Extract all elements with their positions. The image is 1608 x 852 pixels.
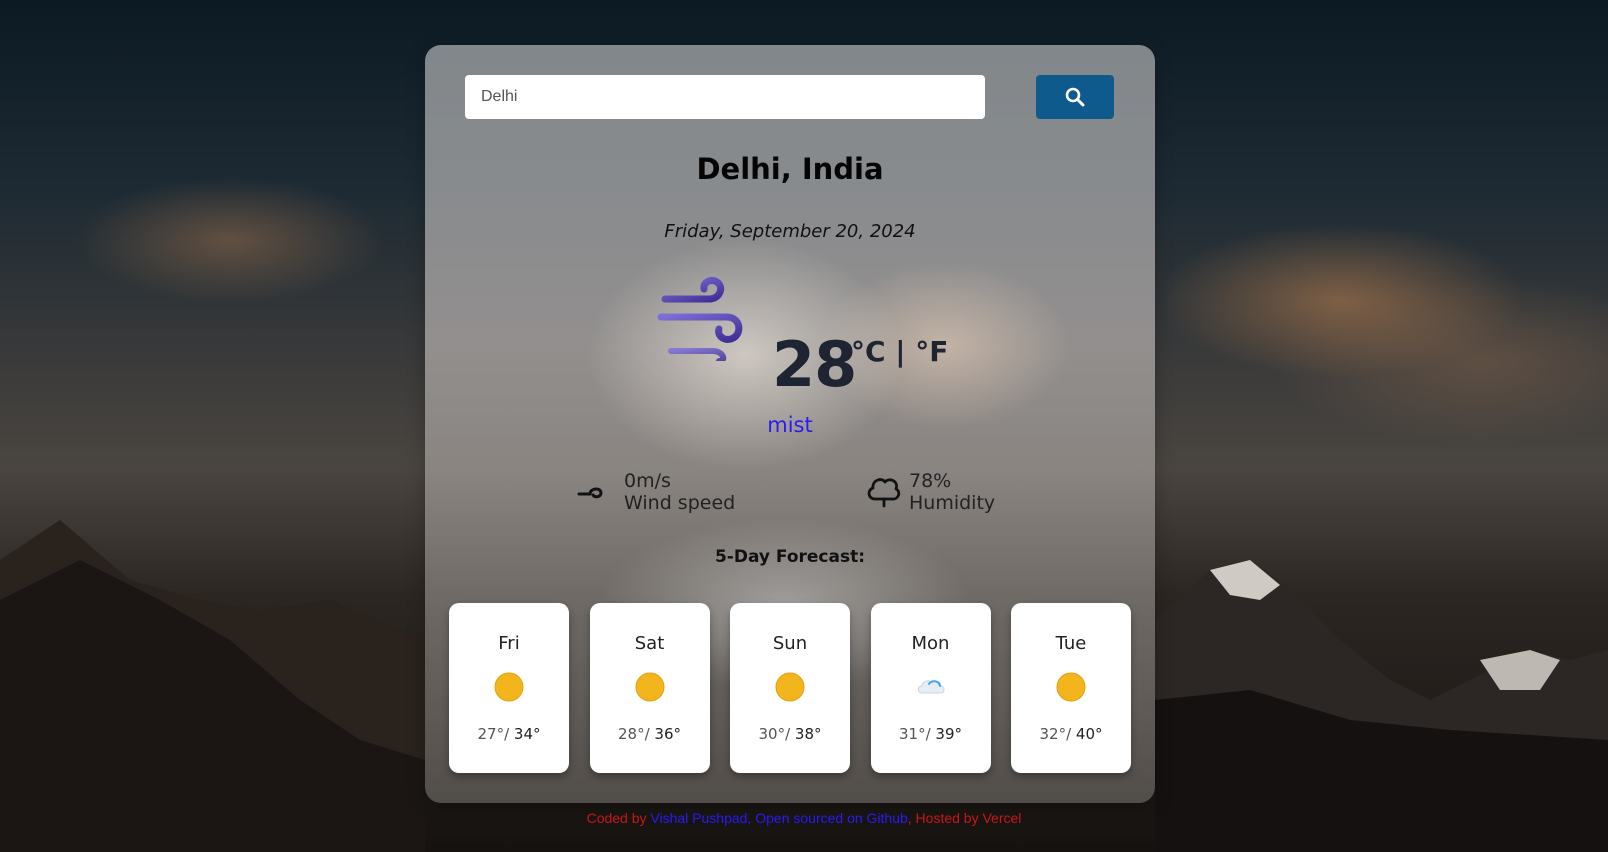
cloud-icon xyxy=(917,680,944,694)
forecast-min: 31°/ xyxy=(898,725,931,743)
forecast-list: Fri 27°/ 34° Sat 28°/ 36° Sun 30°/ 38° M… xyxy=(449,603,1131,775)
current-temperature: 28 xyxy=(772,328,857,401)
forecast-card: Sat 28°/ 36° xyxy=(589,603,710,773)
forecast-min: 30°/ xyxy=(758,725,791,743)
wind-icon xyxy=(657,277,743,361)
forecast-card: Sun 30°/ 38° xyxy=(730,603,850,773)
forecast-temps: 30°/ 38° xyxy=(730,725,850,743)
forecast-day: Tue xyxy=(1055,633,1087,654)
wind-info: 0m/s Wind speed xyxy=(624,470,735,514)
weather-condition: mist xyxy=(767,413,813,437)
forecast-temps: 31°/ 39° xyxy=(871,725,991,743)
forecast-day: Mon xyxy=(911,633,950,654)
humidity-label: Humidity xyxy=(909,492,996,514)
forecast-max: 36° xyxy=(654,725,681,743)
humidity-value: 78% xyxy=(909,470,952,492)
search-icon xyxy=(1065,87,1085,107)
forecast-max: 40° xyxy=(1075,725,1103,743)
wind-label: Wind speed xyxy=(624,492,736,514)
forecast-temps: 27°/ 34° xyxy=(449,725,569,743)
forecast-title: 5-Day Forecast: xyxy=(714,547,866,567)
github-link[interactable]: Open sourced on Github xyxy=(755,810,908,826)
location-title: Delhi, India xyxy=(696,152,884,186)
forecast-max: 39° xyxy=(935,725,962,743)
forecast-card: Fri 27°/ 34° xyxy=(449,603,569,773)
unit-toggle[interactable]: °C | °F xyxy=(851,335,948,368)
forecast-min: 27°/ xyxy=(477,725,510,743)
footer-prefix: Coded by xyxy=(586,810,651,826)
author-link[interactable]: Vishal Pushpad xyxy=(650,810,747,826)
forecast-day: Sun xyxy=(772,633,808,654)
forecast-card: Mon 31°/ 39° xyxy=(870,603,991,773)
forecast-day: Fri xyxy=(498,633,520,654)
sun-icon xyxy=(775,672,805,702)
weather-card: Delhi, India Friday, September 20, 2024 … xyxy=(425,45,1155,803)
wind-value: 0m/s xyxy=(624,470,671,492)
forecast-min: 28°/ xyxy=(617,725,650,743)
search-input[interactable] xyxy=(465,75,985,119)
forecast-max: 38° xyxy=(794,725,822,743)
forecast-day: Sat xyxy=(634,633,665,654)
footer-suffix: , Hosted by Vercel xyxy=(907,810,1022,826)
search-button[interactable] xyxy=(1036,75,1114,119)
forecast-temps: 28°/ 36° xyxy=(590,725,710,743)
humidity-info: 78% Humidity xyxy=(909,470,995,514)
forecast-card: Tue 32°/ 40° xyxy=(1011,603,1131,773)
forecast-max: 34° xyxy=(513,725,541,743)
sun-icon xyxy=(635,672,664,702)
wind-small-icon xyxy=(577,487,603,499)
sun-icon xyxy=(1056,672,1086,702)
sun-icon xyxy=(494,672,524,702)
forecast-temps: 32°/ 40° xyxy=(1011,725,1131,743)
humidity-cloud-icon xyxy=(867,478,901,508)
footer: Coded by Vishal Pushpad, Open sourced on… xyxy=(0,810,1608,826)
forecast-min: 32°/ xyxy=(1039,725,1072,743)
current-date: Friday, September 20, 2024 xyxy=(664,221,916,242)
